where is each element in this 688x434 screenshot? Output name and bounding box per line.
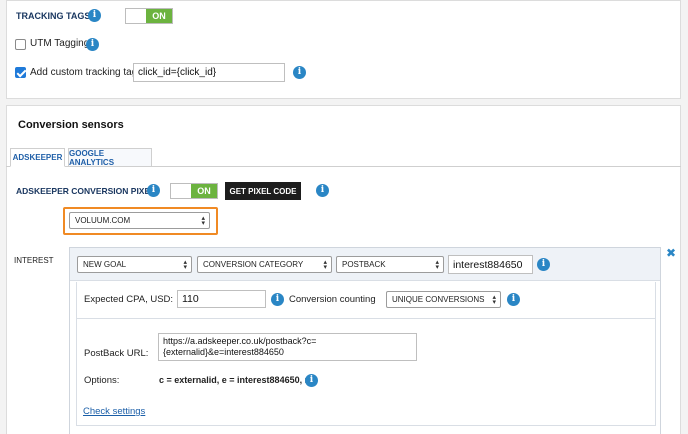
tracker-select[interactable]: VOLUUM.COM ▴ ▾ [69,212,210,229]
category-select[interactable]: CONVERSION CATEGORY ▴ ▾ [197,256,332,273]
tracking-tags-info-icon[interactable]: i [88,9,101,22]
postback-url-textarea[interactable]: https://a.adskeeper.co.uk/postback?c= {e… [158,333,417,361]
get-pixel-info-icon[interactable]: i [316,184,329,197]
custom-tracking-label: Add custom tracking tag [30,67,138,78]
options-label: Options: [84,375,120,386]
pixel-info-icon[interactable]: i [147,184,160,197]
category-select-value: CONVERSION CATEGORY [203,260,304,269]
tracking-tags-title: TRACKING TAGS [16,11,91,21]
pixel-toggle[interactable]: ON [170,183,218,199]
custom-tracking-checkbox[interactable] [15,67,26,78]
chevron-updown-icon: ▴ ▾ [435,258,439,271]
close-icon[interactable]: ✖ [666,246,676,260]
get-pixel-code-button[interactable]: GET PIXEL CODE [225,182,301,200]
utm-tagging-checkbox[interactable] [15,39,26,50]
goal-name-info-icon[interactable]: i [537,258,550,271]
counting-label: Conversion counting [289,294,376,305]
type-select[interactable]: POSTBACK ▴ ▾ [336,256,444,273]
tracker-select-value: VOLUUM.COM [75,216,131,225]
cpa-input[interactable]: 110 [177,290,266,308]
chevron-updown-icon: ▴ ▾ [492,293,496,306]
goal-select-value: NEW GOAL [83,260,127,269]
counting-info-icon[interactable]: i [507,293,520,306]
postback-label: PostBack URL: [84,348,149,359]
cpa-label: Expected CPA, USD: [84,294,174,305]
postback-url-line-1: https://a.adskeeper.co.uk/postback?c= [163,336,317,346]
utm-tagging-info-icon[interactable]: i [86,38,99,51]
options-value: c = externalid, e = interest884650, r = [159,375,316,385]
conversion-sensors-title: Conversion sensors [18,119,124,131]
tab-adskeeper[interactable]: ADSKEEPER [10,148,65,167]
goal-name-input[interactable]: interest884650 [448,255,533,274]
tracking-tags-toggle[interactable]: ON [125,8,173,24]
counting-select[interactable]: UNIQUE CONVERSIONS ▴ ▾ [386,291,501,308]
custom-tracking-info-icon[interactable]: i [293,66,306,79]
options-info-icon[interactable]: i [305,374,318,387]
chevron-updown-icon: ▴ ▾ [323,258,327,271]
goal-row-label: INTEREST [14,256,54,265]
goal-select[interactable]: NEW GOAL ▴ ▾ [77,256,192,273]
pixel-toggle-on: ON [191,184,217,198]
check-settings-link[interactable]: Check settings [83,406,145,417]
chevron-updown-icon: ▴ ▾ [183,258,187,271]
counting-select-value: UNIQUE CONVERSIONS [392,295,485,304]
custom-tracking-input[interactable]: click_id={click_id} [133,63,285,82]
pixel-label: ADSKEEPER CONVERSION PIXEL [16,186,156,196]
tab-google-analytics[interactable]: GOOGLE ANALYTICS [68,148,152,167]
tracking-tags-toggle-on: ON [146,9,172,23]
postback-url-line-2: {externalid}&e=interest884650 [163,347,284,357]
cpa-info-icon[interactable]: i [271,293,284,306]
type-select-value: POSTBACK [342,260,386,269]
tracking-tags-panel [6,0,681,99]
settings-divider [76,318,656,319]
chevron-updown-icon: ▴ ▾ [201,214,205,227]
utm-tagging-label: UTM Tagging [30,38,90,49]
